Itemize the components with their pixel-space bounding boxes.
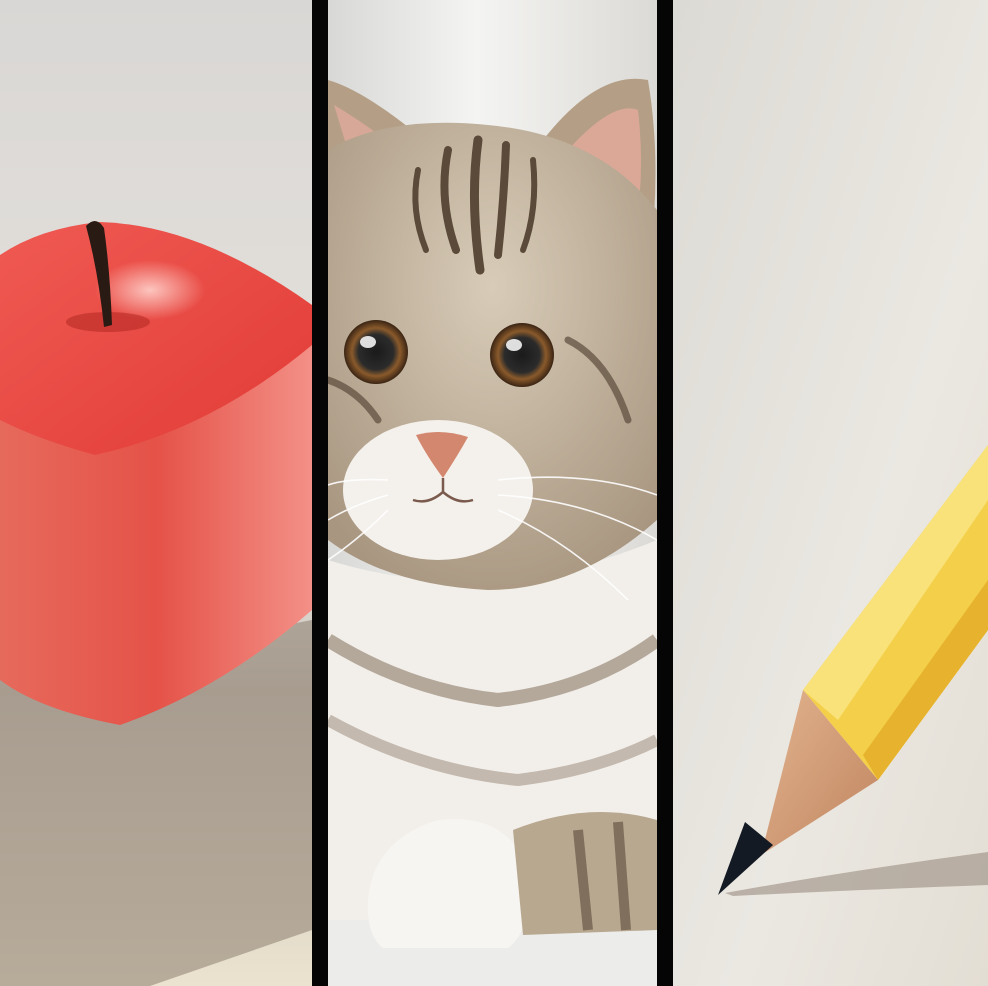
cat-eye-right [490,323,554,387]
panel-divider [657,0,673,986]
panel-divider [312,0,328,986]
triptych-image [0,0,988,986]
cat-illustration [328,0,657,986]
pencil-panel [673,0,988,986]
apple-panel [0,0,312,986]
pencil-illustration [673,0,988,986]
cat-eye-left [344,320,408,384]
apple-illustration [0,0,312,986]
cat-panel [328,0,657,986]
